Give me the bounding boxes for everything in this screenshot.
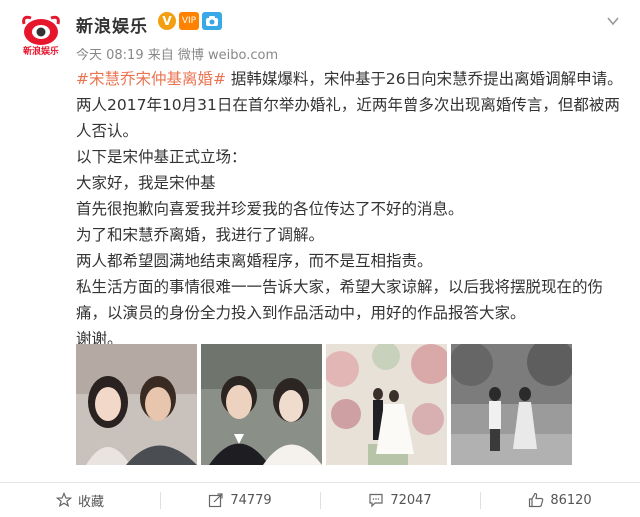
- comment-icon: [369, 493, 383, 508]
- comment-button[interactable]: 72047: [320, 483, 480, 517]
- post-time: 今天 08:19: [76, 48, 144, 63]
- photo-1[interactable]: [76, 344, 197, 465]
- photo-4[interactable]: [451, 344, 572, 465]
- repost-button[interactable]: 74779: [160, 483, 320, 517]
- post-body: #宋慧乔宋仲基离婚# 据韩媒爆料，宋仲基于26日向宋慧乔提出离婚调解申请。两人2…: [76, 66, 626, 352]
- verified-badge-icon: V: [158, 12, 176, 30]
- avatar[interactable]: 新浪娱乐: [16, 10, 66, 60]
- share-icon: [209, 493, 223, 508]
- avatar-text: 新浪娱乐: [22, 47, 59, 57]
- badges: V VIP: [158, 12, 222, 30]
- favorite-label: 收藏: [77, 494, 104, 510]
- source-prefix: 来自: [147, 48, 174, 63]
- thumbs-up-icon: [529, 492, 544, 508]
- star-icon: [55, 492, 72, 508]
- post-paragraph-3: 大家好，我是宋仲基: [76, 174, 216, 192]
- action-bar: 收藏 74779 72047 86120: [0, 482, 640, 517]
- post-paragraph-7: 私生活方面的事情很难一一告诉大家，希望大家谅解，以后我将摆脱现在的伤痛，以演员的…: [76, 278, 604, 322]
- comment-count: 72047: [390, 492, 432, 508]
- account-name[interactable]: 新浪娱乐: [76, 12, 148, 37]
- post-paragraph-2: 以下是宋仲基正式立场：: [76, 148, 247, 166]
- post-paragraph-1: #宋慧乔宋仲基离婚# 据韩媒爆料，宋仲基于26日向宋慧乔提出离婚调解申请。两人2…: [76, 66, 626, 144]
- vip-badge-icon: VIP: [179, 12, 199, 30]
- post-paragraph-5: 为了和宋慧乔离婚，我进行了调解。: [76, 226, 325, 244]
- post-meta: 今天 08:19 来自 微博 weibo.com: [76, 44, 278, 63]
- photo-grid: [76, 344, 572, 465]
- post-paragraph-4: 首先很抱歉向喜爱我并珍爱我的各位传达了不好的消息。: [76, 200, 464, 218]
- photo-2[interactable]: [201, 344, 322, 465]
- photo-3[interactable]: [326, 344, 447, 465]
- post-source[interactable]: 微博 weibo.com: [178, 48, 278, 63]
- post-paragraph-6: 两人都希望圆满地结束离婚程序，而不是互相指责。: [76, 252, 433, 270]
- favorite-button[interactable]: 收藏: [0, 483, 160, 517]
- chevron-down-icon[interactable]: [606, 14, 620, 28]
- like-button[interactable]: 86120: [480, 483, 640, 517]
- camera-badge-icon: [202, 12, 222, 30]
- repost-count: 74779: [230, 492, 272, 508]
- like-count: 86120: [550, 492, 592, 508]
- topic-link[interactable]: #宋慧乔宋仲基离婚#: [76, 70, 226, 88]
